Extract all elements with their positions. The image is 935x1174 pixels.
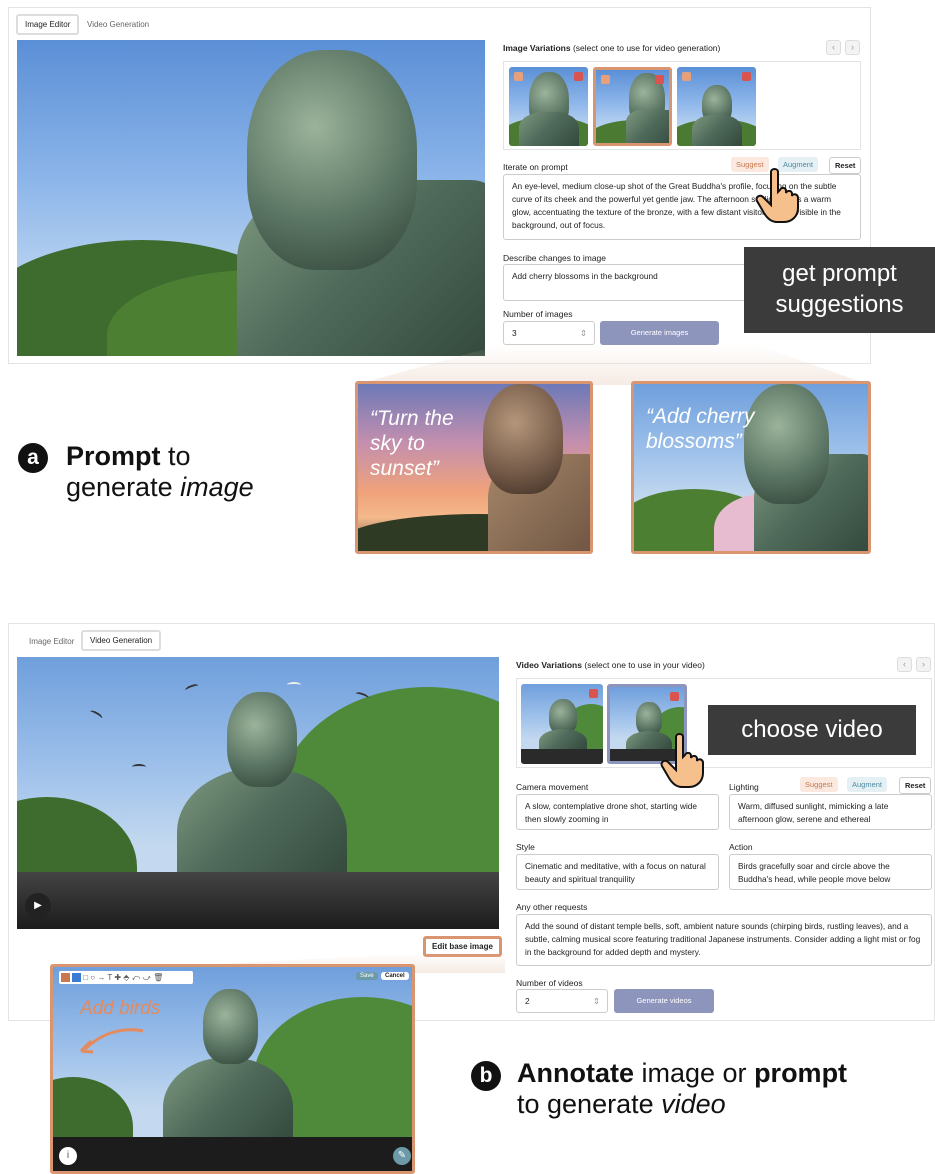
suggestions-callout: get prompt suggestions — [744, 247, 935, 333]
video-variation-1[interactable] — [521, 684, 603, 764]
badge-b: b — [471, 1061, 501, 1091]
camera-input[interactable]: A slow, contemplative drone shot, starti… — [516, 794, 719, 830]
main-image — [17, 40, 485, 356]
generated-blossom-image: “Add cherry blossoms” — [631, 381, 871, 554]
cancel-button[interactable]: Cancel — [381, 972, 409, 980]
image-variations-title: Image Variations (select one to use for … — [503, 43, 721, 53]
lighting-input[interactable]: Warm, diffused sunlight, mimicking a lat… — [729, 794, 932, 830]
pen-icon[interactable] — [72, 973, 81, 982]
generate-images-button[interactable]: Generate images — [600, 321, 719, 345]
describe-label: Describe changes to image — [503, 253, 607, 263]
describe-input[interactable]: Add cherry blossoms in the background — [503, 264, 753, 301]
image-variation-3[interactable] — [677, 67, 756, 146]
edit-pen-icon[interactable]: ✎ — [393, 1147, 411, 1165]
quote-sunset: “Turn the sky to sunset” — [370, 407, 454, 480]
tab-video-generation[interactable]: Video Generation — [80, 16, 156, 33]
style-label: Style — [516, 842, 535, 852]
image-variation-2-selected[interactable] — [593, 67, 672, 146]
num-images-input[interactable]: 3 ⇕ — [503, 321, 595, 345]
trash-icon[interactable] — [574, 72, 583, 81]
num-videos-input[interactable]: 2 ⇕ — [516, 989, 608, 1013]
image-icon — [601, 75, 610, 84]
annotation-toolbar: □ ○ → T ✚ ⬘ ⤺ ⤻ 🗑 — [59, 971, 193, 984]
choose-video-callout: choose video — [708, 705, 916, 755]
trash-icon[interactable] — [589, 689, 598, 698]
annotation-editor: □ ○ → T ✚ ⬘ ⤺ ⤻ 🗑 Save Cancel Add birds … — [50, 964, 415, 1174]
iterate-label: Iterate on prompt — [503, 162, 568, 172]
annotation-arrow — [77, 1025, 147, 1055]
prev-icon[interactable]: ‹ — [826, 40, 841, 55]
prompt-textarea[interactable]: An eye-level, medium close-up shot of th… — [503, 174, 861, 240]
other-requests-input[interactable]: Add the sound of distant temple bells, s… — [516, 914, 932, 966]
video-preview: ▶ — [17, 657, 499, 929]
trash-icon[interactable] — [655, 75, 664, 84]
caption-a: Prompt to generate image — [66, 441, 254, 502]
image-icon — [514, 72, 523, 81]
hand-pointer-icon — [660, 733, 706, 789]
tab-image-editor[interactable]: Image Editor — [22, 633, 81, 650]
hand-pointer-icon — [755, 168, 801, 224]
next-icon[interactable]: › — [916, 657, 931, 672]
prev-icon[interactable]: ‹ — [897, 657, 912, 672]
lighting-label: Lighting — [729, 782, 759, 792]
badge-a: a — [18, 443, 48, 473]
next-icon[interactable]: › — [845, 40, 860, 55]
caption-b: Annotate image or prompt to generate vid… — [517, 1058, 848, 1119]
reset-button[interactable]: Reset — [829, 157, 862, 174]
color-swatch[interactable] — [61, 973, 70, 982]
reset-button[interactable]: Reset — [899, 777, 932, 794]
annotation-text: Add birds — [80, 998, 161, 1019]
quote-blossoms: “Add cherry blossoms” — [646, 405, 755, 453]
action-label: Action — [729, 842, 753, 852]
tab-video-generation[interactable]: Video Generation — [81, 630, 162, 651]
generate-videos-button[interactable]: Generate videos — [614, 989, 714, 1013]
tab-image-editor[interactable]: Image Editor — [16, 14, 80, 35]
num-images-label: Number of images — [503, 309, 573, 319]
play-button[interactable]: ▶ — [25, 893, 51, 919]
image-variation-1[interactable] — [509, 67, 588, 146]
camera-label: Camera movement — [516, 782, 589, 792]
augment-button[interactable]: Augment — [847, 777, 888, 792]
save-button[interactable]: Save — [356, 972, 378, 980]
trash-icon[interactable] — [742, 72, 751, 81]
suggest-button[interactable]: Suggest — [800, 777, 838, 792]
trash-icon[interactable] — [670, 692, 679, 701]
video-variations-title: Video Variations (select one to use in y… — [516, 660, 705, 670]
action-input[interactable]: Birds gracefully soar and circle above t… — [729, 854, 932, 890]
num-videos-label: Number of videos — [516, 978, 583, 988]
image-icon — [682, 72, 691, 81]
other-requests-label: Any other requests — [516, 902, 588, 912]
style-input[interactable]: Cinematic and meditative, with a focus o… — [516, 854, 719, 890]
generated-sunset-image: “Turn the sky to sunset” — [355, 381, 593, 554]
info-icon[interactable]: i — [59, 1147, 77, 1165]
